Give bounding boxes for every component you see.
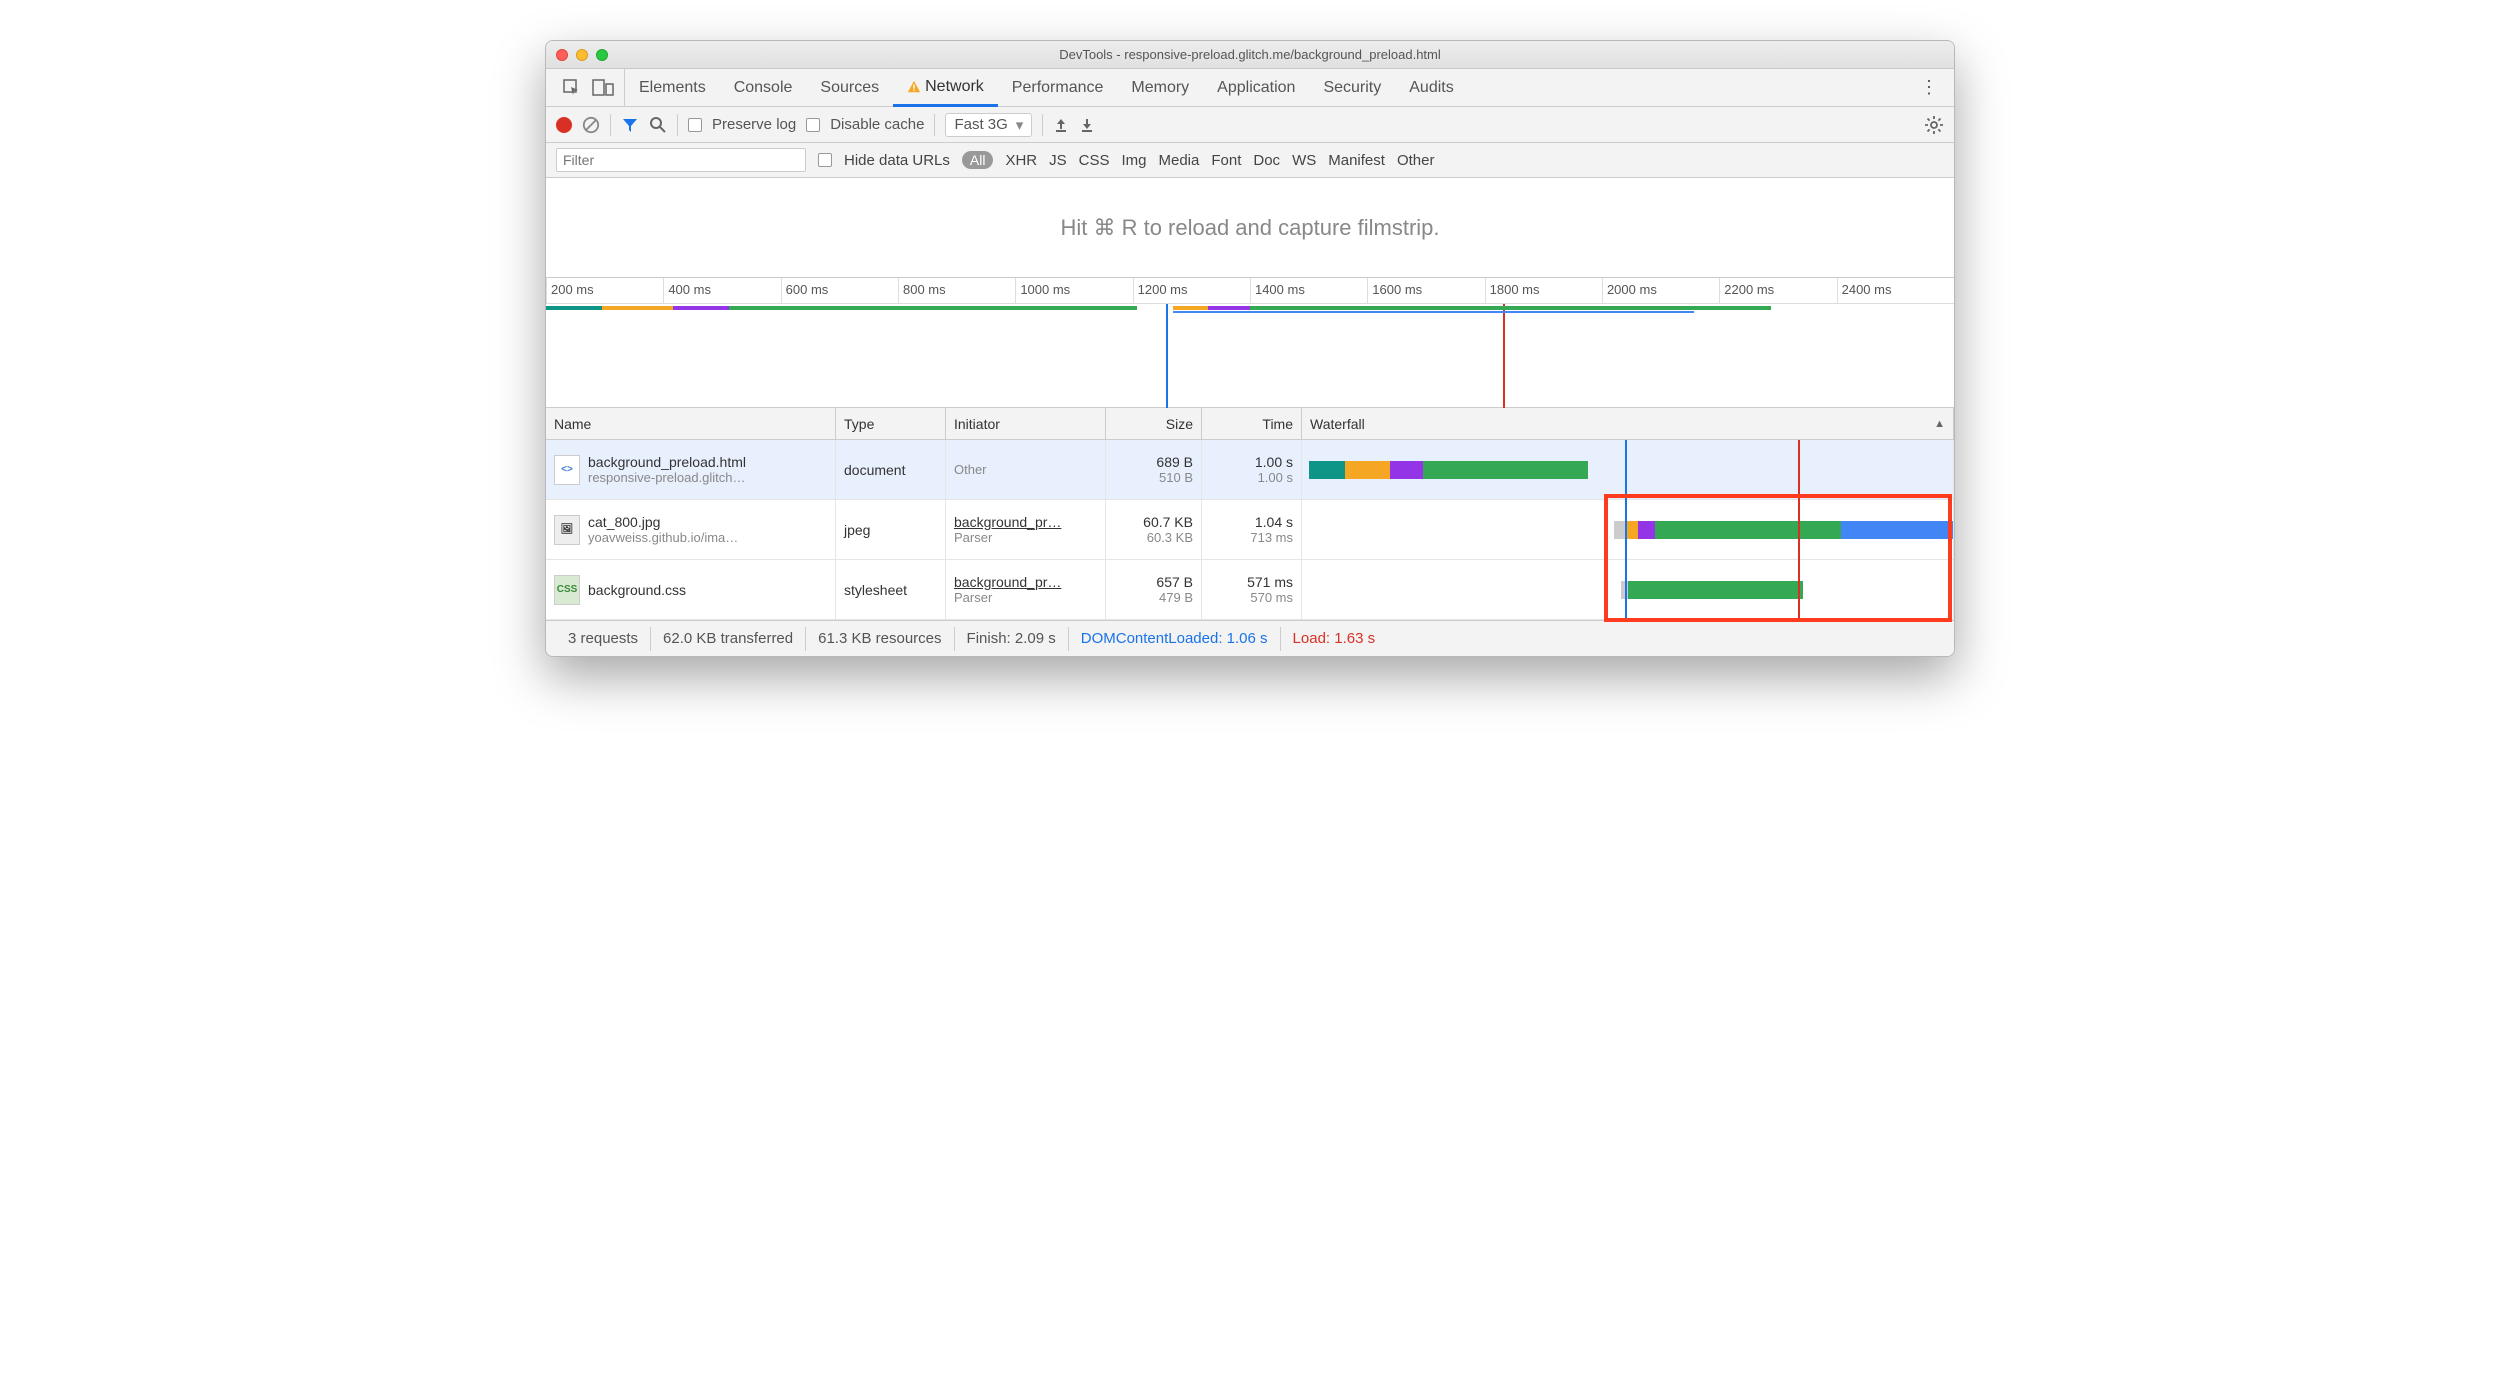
preserve-log-checkbox[interactable] — [688, 118, 702, 132]
filter-type-js[interactable]: JS — [1049, 152, 1067, 169]
main-tab-bar: Elements Console Sources Network Perform… — [546, 69, 1954, 107]
filter-bar: Hide data URLs All XHR JS CSS Img Media … — [546, 143, 1954, 178]
request-domain: yoavweiss.github.io/ima… — [588, 530, 738, 545]
disable-cache-label: Disable cache — [830, 116, 924, 133]
request-name: cat_800.jpg — [588, 514, 738, 530]
request-name: background.css — [588, 582, 686, 598]
filter-type-xhr[interactable]: XHR — [1005, 152, 1037, 169]
search-icon[interactable] — [649, 116, 667, 134]
tab-network-label: Network — [925, 78, 984, 96]
filter-type-css[interactable]: CSS — [1079, 152, 1110, 169]
filter-type-doc[interactable]: Doc — [1253, 152, 1280, 169]
inspect-element-icon[interactable] — [562, 78, 582, 98]
column-waterfall[interactable]: Waterfall ▲ — [1302, 408, 1954, 439]
table-row[interactable]: <> background_preload.html responsive-pr… — [546, 440, 1954, 500]
status-requests: 3 requests — [556, 627, 651, 651]
status-load: Load: 1.63 s — [1281, 627, 1388, 651]
tab-network[interactable]: Network — [893, 70, 998, 107]
tab-elements[interactable]: Elements — [625, 69, 720, 106]
column-name[interactable]: Name — [546, 408, 836, 439]
filmstrip-hint: Hit ⌘ R to reload and capture filmstrip. — [546, 178, 1954, 278]
column-type[interactable]: Type — [836, 408, 946, 439]
waterfall-cell — [1302, 440, 1954, 499]
device-toolbar-icon[interactable] — [592, 78, 614, 98]
request-table: <> background_preload.html responsive-pr… — [546, 440, 1954, 620]
record-button[interactable] — [556, 117, 572, 133]
tab-security[interactable]: Security — [1309, 69, 1395, 106]
filter-type-font[interactable]: Font — [1211, 152, 1241, 169]
table-row[interactable]: CSS background.css stylesheet background… — [546, 560, 1954, 620]
waterfall-cell — [1302, 500, 1954, 559]
warning-icon — [907, 80, 921, 94]
hide-data-urls-checkbox[interactable] — [818, 153, 832, 167]
column-size[interactable]: Size — [1106, 408, 1202, 439]
status-finish: Finish: 2.09 s — [955, 627, 1069, 651]
status-bar: 3 requests 62.0 KB transferred 61.3 KB r… — [546, 620, 1954, 656]
hide-data-urls-label: Hide data URLs — [844, 152, 950, 169]
status-domcontentloaded: DOMContentLoaded: 1.06 s — [1069, 627, 1281, 651]
clear-icon[interactable] — [582, 116, 600, 134]
throttle-select[interactable]: Fast 3G ▾ — [945, 113, 1032, 137]
waterfall-cell — [1302, 560, 1954, 619]
tab-performance[interactable]: Performance — [998, 69, 1118, 106]
settings-gear-icon[interactable] — [1924, 115, 1944, 135]
filter-type-img[interactable]: Img — [1121, 152, 1146, 169]
request-domain: responsive-preload.glitch… — [588, 470, 746, 485]
filter-type-all[interactable]: All — [962, 151, 994, 169]
css-file-icon: CSS — [554, 575, 580, 605]
filter-type-other[interactable]: Other — [1397, 152, 1435, 169]
sort-ascending-icon: ▲ — [1934, 418, 1945, 430]
chevron-down-icon: ▾ — [1016, 116, 1024, 134]
request-table-header: Name Type Initiator Size Time Waterfall … — [546, 408, 1954, 440]
time-ruler: 200 ms 400 ms 600 ms 800 ms 1000 ms 1200… — [546, 278, 1954, 304]
html-file-icon: <> — [554, 455, 580, 485]
request-name: background_preload.html — [588, 454, 746, 470]
window-titlebar: DevTools - responsive-preload.glitch.me/… — [546, 41, 1954, 69]
column-time[interactable]: Time — [1202, 408, 1302, 439]
filter-type-media[interactable]: Media — [1159, 152, 1200, 169]
filter-type-manifest[interactable]: Manifest — [1328, 152, 1385, 169]
tab-console[interactable]: Console — [720, 69, 807, 106]
image-file-icon: 🖼 — [554, 515, 580, 545]
filter-type-ws[interactable]: WS — [1292, 152, 1316, 169]
table-row[interactable]: 🖼 cat_800.jpg yoavweiss.github.io/ima… j… — [546, 500, 1954, 560]
tab-audits[interactable]: Audits — [1395, 69, 1467, 106]
filter-input[interactable] — [556, 148, 806, 172]
devtools-window: DevTools - responsive-preload.glitch.me/… — [545, 40, 1955, 657]
download-icon[interactable] — [1079, 117, 1095, 133]
tab-memory[interactable]: Memory — [1117, 69, 1203, 106]
upload-icon[interactable] — [1053, 117, 1069, 133]
status-transferred: 62.0 KB transferred — [651, 627, 806, 651]
window-title: DevTools - responsive-preload.glitch.me/… — [546, 47, 1954, 62]
more-options-icon[interactable]: ⋮ — [1910, 77, 1948, 98]
status-resources: 61.3 KB resources — [806, 627, 954, 651]
timeline-overview[interactable]: 200 ms 400 ms 600 ms 800 ms 1000 ms 1200… — [546, 278, 1954, 408]
tab-application[interactable]: Application — [1203, 69, 1309, 106]
filter-toggle-icon[interactable] — [621, 116, 639, 134]
preserve-log-label: Preserve log — [712, 116, 796, 133]
disable-cache-checkbox[interactable] — [806, 118, 820, 132]
tab-sources[interactable]: Sources — [806, 69, 893, 106]
network-toolbar: Preserve log Disable cache Fast 3G ▾ — [546, 107, 1954, 143]
column-initiator[interactable]: Initiator — [946, 408, 1106, 439]
throttle-value: Fast 3G — [954, 116, 1007, 133]
